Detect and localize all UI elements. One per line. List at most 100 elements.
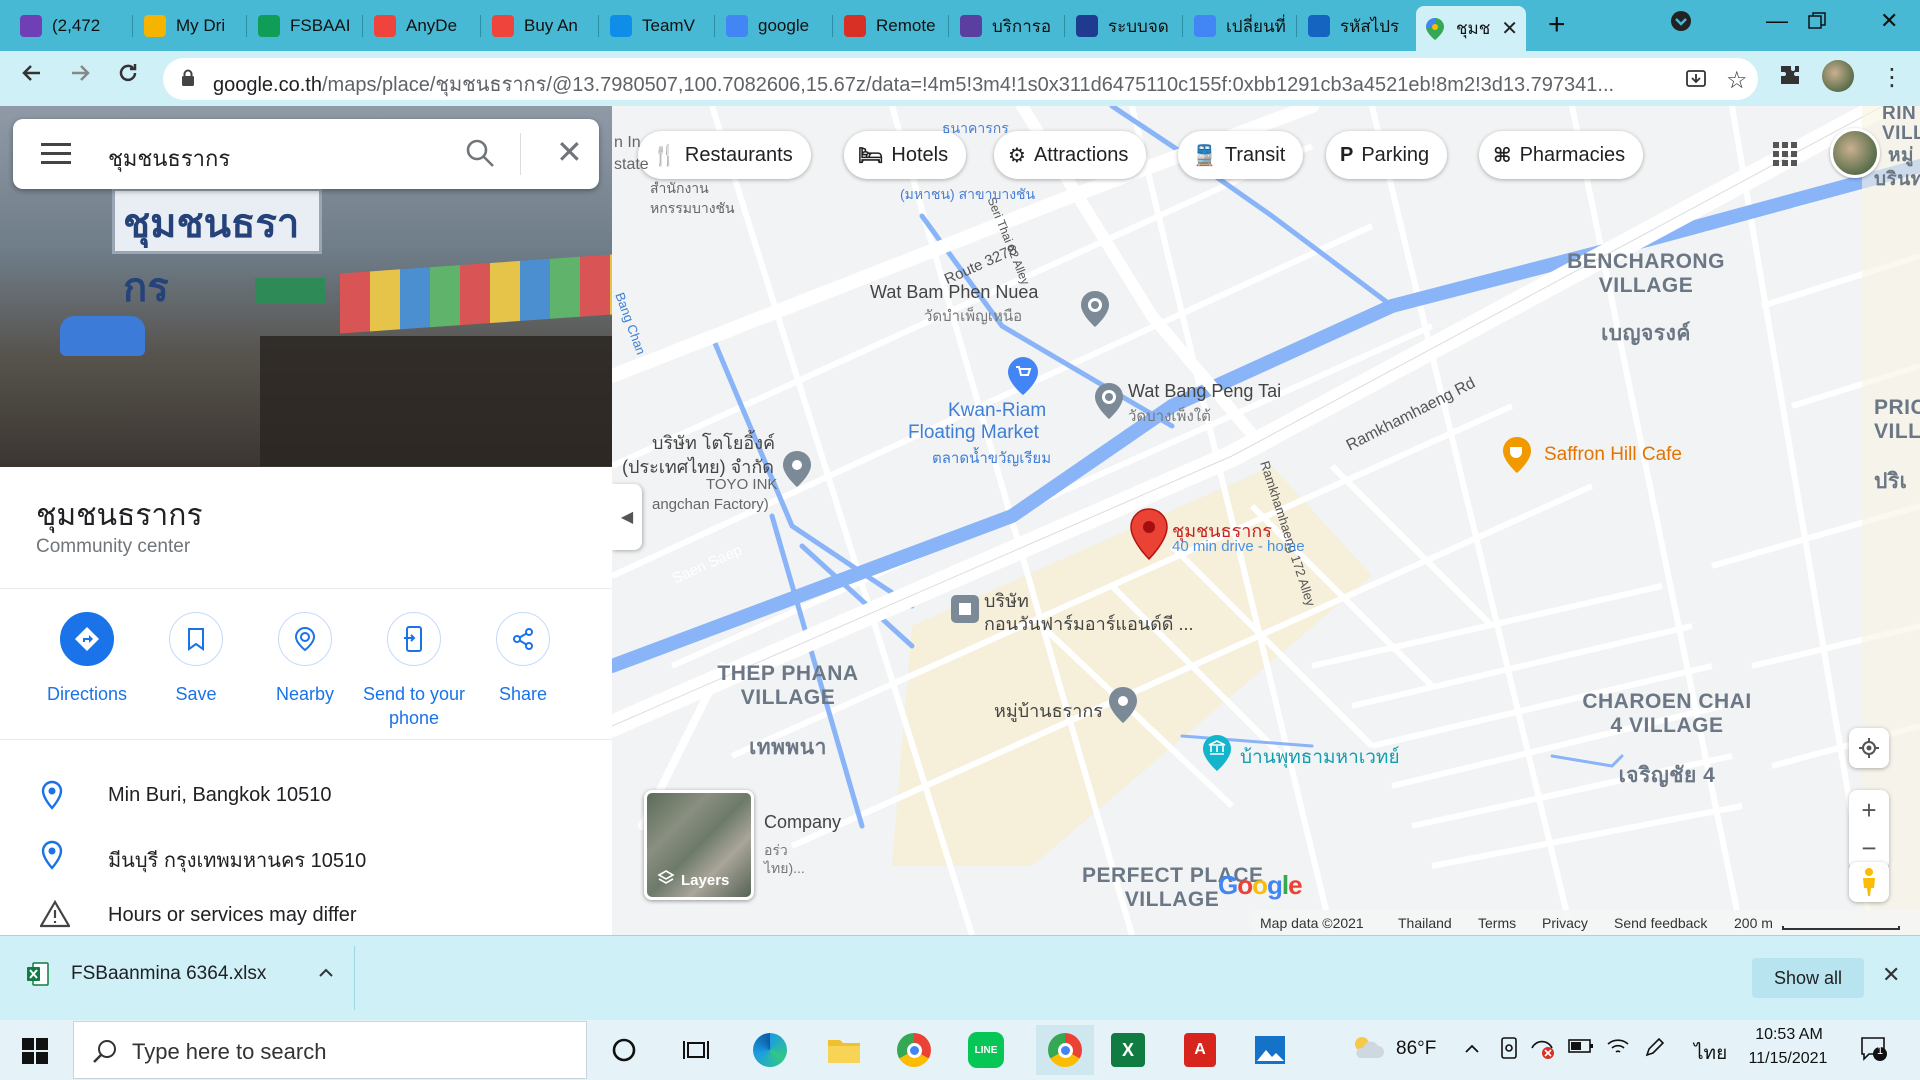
area-label: VILL	[1874, 420, 1920, 443]
cortana-icon[interactable]	[604, 1030, 644, 1070]
pen-icon[interactable]	[1644, 1036, 1666, 1064]
chrome-icon[interactable]	[894, 1030, 934, 1070]
browser-tab[interactable]: TeamV	[602, 7, 714, 45]
map-canvas[interactable]: 🍴 Restaurants 🛏 Hotels ⚙ Attractions 🚆 Trans…	[612, 106, 1920, 935]
my-location-button[interactable]	[1849, 728, 1889, 768]
acrobat-icon[interactable]: A	[1180, 1030, 1220, 1070]
weather-cloud-icon[interactable]	[1350, 1034, 1384, 1066]
nearby-button[interactable]: Nearby	[250, 612, 360, 706]
zoom-in-icon[interactable]: +	[1861, 790, 1876, 830]
browser-menu-icon[interactable]: ⋮	[1880, 63, 1904, 92]
reload-icon[interactable]	[116, 61, 140, 92]
directions-button[interactable]: Directions	[32, 612, 142, 706]
browser-tab[interactable]: My Dri	[136, 7, 248, 45]
company-pin-icon[interactable]	[950, 594, 980, 629]
scale-label[interactable]: 200 m	[1734, 915, 1773, 931]
back-icon[interactable]	[20, 61, 44, 92]
country-link[interactable]: Thailand	[1398, 915, 1452, 931]
cafe-pin-icon[interactable]	[1502, 436, 1532, 479]
hours-notice: Hours or services may differ	[108, 904, 357, 926]
taskbar-search[interactable]: Type here to search	[73, 1021, 587, 1079]
clear-search-icon[interactable]: ✕	[556, 133, 583, 171]
chip-parking[interactable]: P Parking	[1326, 131, 1448, 179]
task-view-icon[interactable]	[676, 1030, 716, 1070]
privacy-link[interactable]: Privacy	[1542, 915, 1588, 931]
chip-restaurants[interactable]: 🍴 Restaurants	[638, 131, 811, 179]
tab-search-icon[interactable]	[1670, 10, 1692, 38]
weather-temp[interactable]: 86°F	[1396, 1038, 1436, 1060]
address-line-en[interactable]: Min Buri, Bangkok 10510	[108, 784, 331, 807]
extensions-icon[interactable]	[1778, 63, 1802, 94]
chevron-up-icon[interactable]	[1464, 1038, 1480, 1060]
browser-tab[interactable]: ระบบจด	[1068, 7, 1180, 45]
windows-start-icon[interactable]	[22, 1038, 48, 1069]
museum-pin-icon[interactable]	[1202, 734, 1232, 777]
temple-pin-icon[interactable]	[1080, 290, 1110, 333]
browser-tab[interactable]: (2,472	[12, 7, 124, 45]
browser-tab[interactable]: FSBAAI	[250, 7, 362, 45]
excel-icon[interactable]: X	[1108, 1030, 1148, 1070]
street-view-pegman-icon[interactable]	[1849, 862, 1889, 902]
chevron-up-icon[interactable]	[318, 965, 334, 983]
menu-icon[interactable]	[41, 143, 71, 170]
new-tab-icon[interactable]: +	[1548, 8, 1566, 42]
download-item[interactable]: FSBaanmina 6364.xlsx	[27, 962, 334, 986]
temple-pin-icon[interactable]	[1094, 382, 1124, 425]
device-icon[interactable]	[1498, 1036, 1520, 1066]
bookmark-star-icon[interactable]: ☆	[1726, 66, 1748, 95]
chip-attractions[interactable]: ⚙ Attractions	[994, 131, 1147, 179]
send-feedback-link[interactable]: Send feedback	[1614, 915, 1707, 931]
browser-tab[interactable]: Buy An	[484, 7, 596, 45]
search-box[interactable]: ชุมชนธรากร ✕	[13, 119, 599, 189]
browser-tab[interactable]: google	[718, 7, 830, 45]
browser-tab[interactable]: Remote	[836, 7, 948, 45]
language-indicator[interactable]: ไทย	[1694, 1038, 1727, 1068]
address-bar[interactable]: google.co.th/maps/place/ชุมชนธรากร/@13.7…	[163, 58, 1758, 100]
chrome-active-icon[interactable]	[1036, 1025, 1094, 1075]
tab-active-maps[interactable]: ชุมช ✕	[1416, 6, 1526, 51]
account-avatar[interactable]	[1830, 128, 1880, 178]
search-icon[interactable]	[465, 138, 495, 173]
place-pin-icon[interactable]	[1108, 686, 1138, 729]
collapse-panel-button[interactable]: ◀	[612, 484, 642, 550]
apps-grid-icon[interactable]	[1772, 141, 1798, 172]
chip-transit[interactable]: 🚆 Transit	[1178, 131, 1304, 179]
close-window-icon[interactable]: ✕	[1880, 8, 1898, 34]
browser-tab[interactable]: AnyDe	[366, 7, 478, 45]
save-button[interactable]: Save	[141, 612, 251, 706]
file-explorer-icon[interactable]	[824, 1030, 864, 1070]
terms-link[interactable]: Terms	[1478, 915, 1516, 931]
search-input[interactable]: ชุมชนธรากร	[108, 141, 230, 176]
share-button[interactable]: Share	[468, 612, 578, 706]
address-line-th[interactable]: มีนบุรี กรุงเทพมหานคร 10510	[108, 844, 366, 876]
browser-tab[interactable]: เปลี่ยนที่	[1186, 7, 1298, 45]
minimize-icon[interactable]: —	[1766, 8, 1788, 34]
selected-place-pin-icon[interactable]	[1130, 508, 1168, 565]
network-error-icon[interactable]	[1530, 1036, 1556, 1066]
layers-button[interactable]: Layers	[644, 790, 754, 900]
wifi-icon[interactable]	[1606, 1036, 1630, 1062]
battery-icon[interactable]	[1568, 1038, 1594, 1060]
show-all-button[interactable]: Show all	[1752, 958, 1864, 998]
clock-time[interactable]: 10:53 AM	[1746, 1026, 1832, 1044]
place-pin-icon[interactable]	[782, 450, 812, 493]
notification-icon[interactable]: 1	[1860, 1036, 1888, 1068]
edge-icon[interactable]	[750, 1030, 790, 1070]
close-download-bar-icon[interactable]: ✕	[1882, 962, 1900, 988]
clock-date[interactable]: 11/15/2021	[1742, 1050, 1834, 1068]
install-app-icon[interactable]	[1685, 68, 1707, 95]
tab-close-icon[interactable]: ✕	[1501, 16, 1518, 41]
poi-label: TOYO INK	[706, 476, 778, 493]
profile-avatar[interactable]	[1822, 60, 1854, 92]
browser-tab[interactable]: บริการอ	[952, 7, 1064, 45]
browser-tab[interactable]: รหัสไปร	[1300, 7, 1412, 45]
place-category[interactable]: Community center	[36, 536, 190, 558]
forward-icon[interactable]	[68, 61, 92, 92]
photos-icon[interactable]	[1250, 1030, 1290, 1070]
send-to-phone-button[interactable]: Send to your phone	[359, 612, 469, 730]
line-app-icon[interactable]: LINE	[966, 1030, 1006, 1070]
restore-icon[interactable]	[1808, 10, 1826, 36]
chip-pharmacies[interactable]: ⌘ Pharmacies	[1479, 131, 1644, 179]
shopping-pin-icon[interactable]	[1007, 356, 1039, 401]
poi-label: หมู่บ้านธรากร	[994, 701, 1103, 721]
